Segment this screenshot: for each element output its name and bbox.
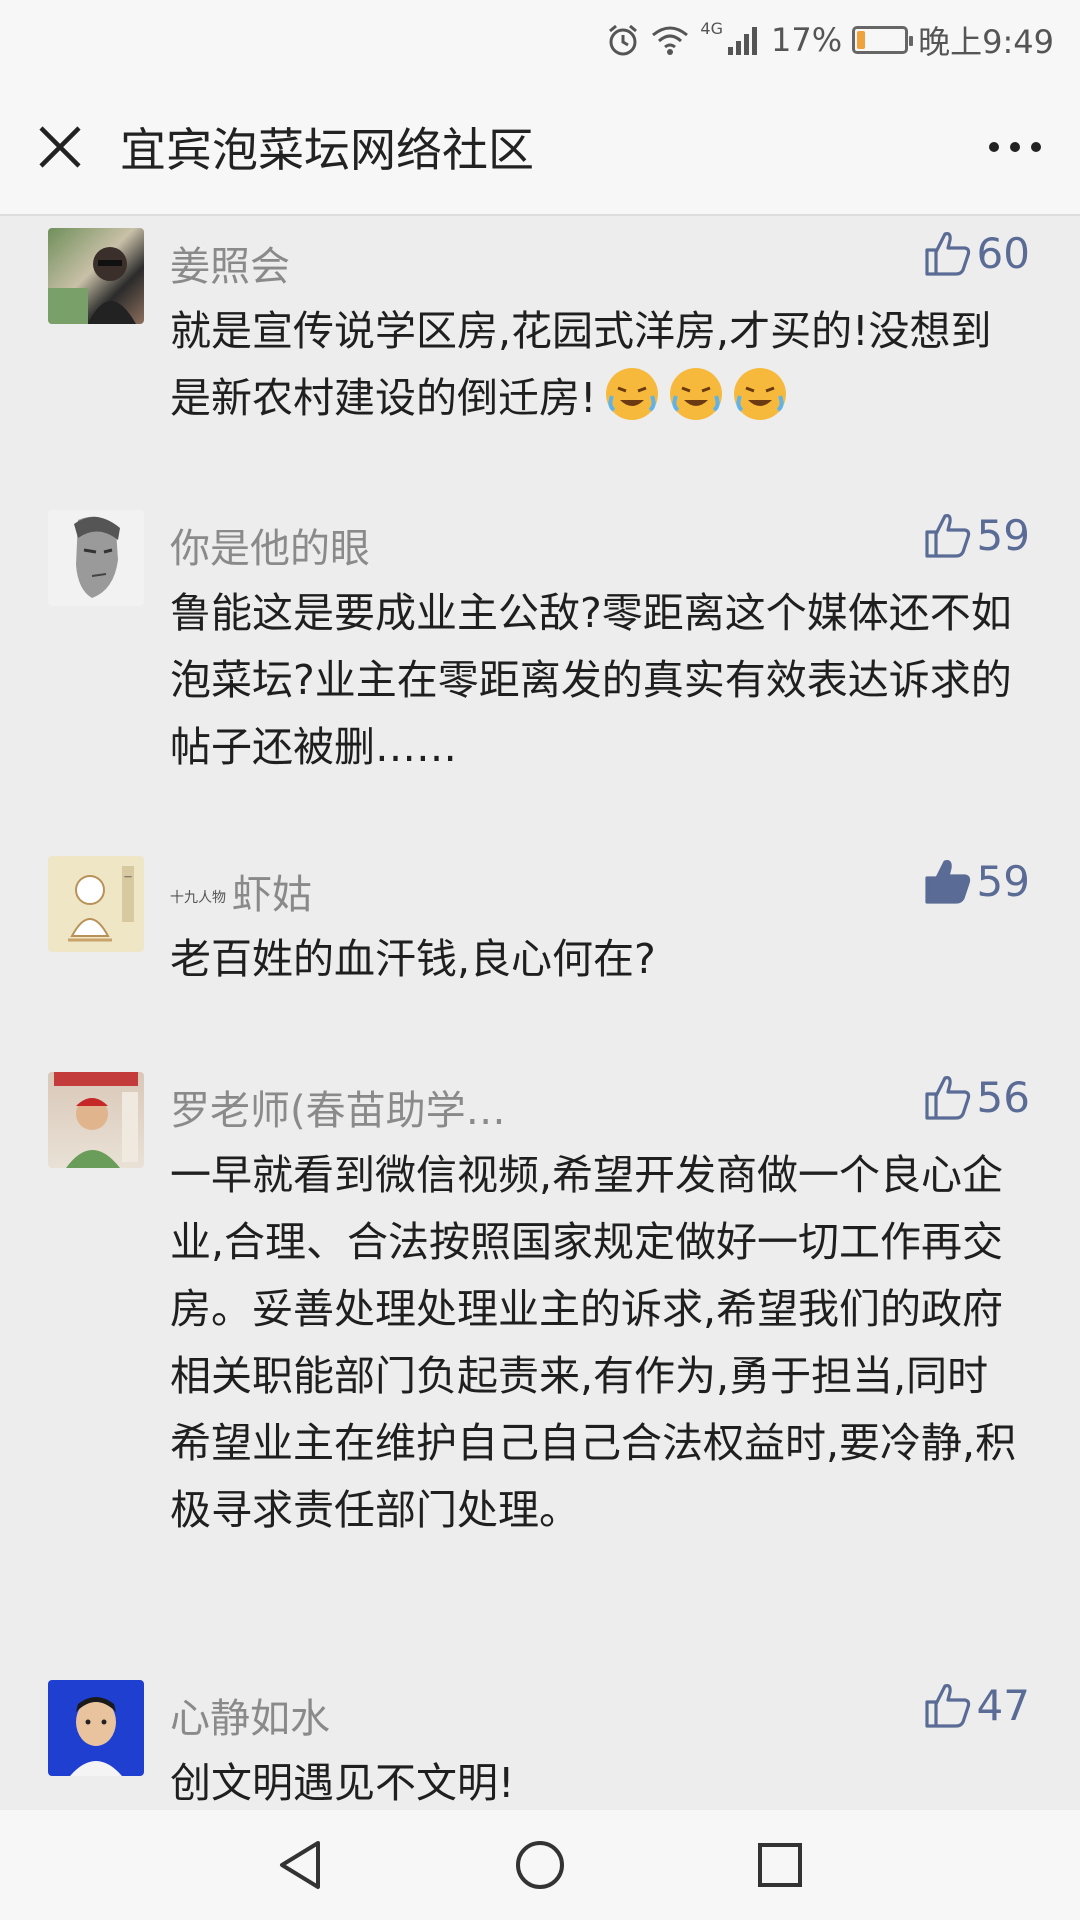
author-name: 虾姑 xyxy=(232,872,312,918)
comment-author[interactable]: 心静如水 xyxy=(170,1686,330,1744)
comment-list[interactable]: 姜照会 60 就是宣传说学区房,花园式洋房,才买的!没想到是新农村建设的倒迁房!… xyxy=(0,216,1080,1810)
like-button[interactable]: 59 xyxy=(923,510,1030,560)
more-icon xyxy=(989,142,1041,152)
like-button[interactable]: 60 xyxy=(923,228,1030,278)
comment-text: 一早就看到微信视频,希望开发商做一个良心企业,合理、合法按照国家规定做好一切工作… xyxy=(170,1151,1017,1534)
crying-laughing-emoji-icon xyxy=(660,368,724,422)
comment-author[interactable]: 罗老师(春苗助学… xyxy=(170,1078,506,1136)
signal-icon xyxy=(727,25,761,55)
like-count: 47 xyxy=(976,1680,1030,1730)
alarm-icon xyxy=(606,23,640,57)
svg-text:一: 一 xyxy=(124,873,132,882)
avatar[interactable] xyxy=(48,510,144,606)
avatar[interactable] xyxy=(48,1072,144,1168)
like-count: 60 xyxy=(976,228,1030,278)
battery-percent: 17% xyxy=(771,21,843,59)
comment-item: 一 十九人物 虾姑 59 老百姓的血汗钱,良心何在? xyxy=(0,856,1080,983)
crying-laughing-emoji-icon xyxy=(596,368,660,422)
like-count: 59 xyxy=(976,510,1030,560)
close-icon xyxy=(39,126,81,168)
recents-square-icon xyxy=(758,1843,802,1887)
thumbs-up-outline-icon xyxy=(924,1684,970,1728)
crying-laughing-emoji-icon xyxy=(724,368,788,422)
comment-author[interactable]: 姜照会 xyxy=(170,234,290,292)
comment-item: 罗老师(春苗助学… 56 一早就看到微信视频,希望开发商做一个良心企业,合理、合… xyxy=(0,1072,1080,1592)
like-button[interactable]: 47 xyxy=(923,1680,1030,1730)
comment-item: 姜照会 60 就是宣传说学区房,花园式洋房,才买的!没想到是新农村建设的倒迁房! xyxy=(0,228,1080,422)
back-button[interactable] xyxy=(245,1810,355,1920)
like-count: 59 xyxy=(976,856,1030,906)
comment-author[interactable]: 十九人物 虾姑 xyxy=(170,862,312,920)
recents-button[interactable] xyxy=(725,1810,835,1920)
title-bar: 宜宾泡菜坛网络社区 xyxy=(0,80,1080,216)
system-navigation-bar xyxy=(0,1810,1080,1920)
page-title: 宜宾泡菜坛网络社区 xyxy=(120,123,534,177)
avatar[interactable] xyxy=(48,228,144,324)
comment-text: 老百姓的血汗钱,良心何在? xyxy=(170,935,656,983)
avatar[interactable]: 一 xyxy=(48,856,144,952)
status-bar: 4G 17% 晚上9:49 xyxy=(0,0,1080,80)
more-options-button[interactable] xyxy=(950,79,1080,215)
clock: 晚上9:49 xyxy=(918,23,1054,61)
comment-item: 心静如水 47 创文明遇见不文明! xyxy=(0,1680,1080,1810)
back-triangle-icon xyxy=(280,1841,320,1889)
battery-icon xyxy=(852,26,914,54)
comment-item: 你是他的眼 59 鲁能这是要成业主公敌?零距离这个媒体还不如泡菜坛?业主在零距离… xyxy=(0,510,1080,771)
wifi-icon xyxy=(650,24,690,56)
thumbs-up-outline-icon xyxy=(924,232,970,276)
home-circle-icon xyxy=(516,1841,564,1889)
comment-text: 创文明遇见不文明! xyxy=(170,1759,515,1807)
like-count: 56 xyxy=(976,1072,1030,1122)
comment-text: 鲁能这是要成业主公敌?零距离这个媒体还不如泡菜坛?业主在零距离发的真实有效表达诉… xyxy=(170,589,1012,771)
network-type: 4G xyxy=(700,18,723,38)
author-name-prefix: 十九人物 xyxy=(170,890,226,906)
comment-text-content: 就是宣传说学区房,花园式洋房,才买的!没想到是新农村建设的倒迁房! xyxy=(170,307,992,422)
thumbs-up-filled-icon xyxy=(924,860,970,904)
home-button[interactable] xyxy=(485,1810,595,1920)
comment-text: 就是宣传说学区房,花园式洋房,才买的!没想到是新农村建设的倒迁房! xyxy=(170,298,1020,432)
thumbs-up-outline-icon xyxy=(924,1076,970,1120)
battery-level xyxy=(857,31,865,49)
avatar[interactable] xyxy=(48,1680,144,1776)
thumbs-up-outline-icon xyxy=(924,514,970,558)
close-button[interactable] xyxy=(0,79,120,215)
like-button[interactable]: 56 xyxy=(923,1072,1030,1122)
like-button[interactable]: 59 xyxy=(923,856,1030,906)
comment-author[interactable]: 你是他的眼 xyxy=(170,516,370,574)
